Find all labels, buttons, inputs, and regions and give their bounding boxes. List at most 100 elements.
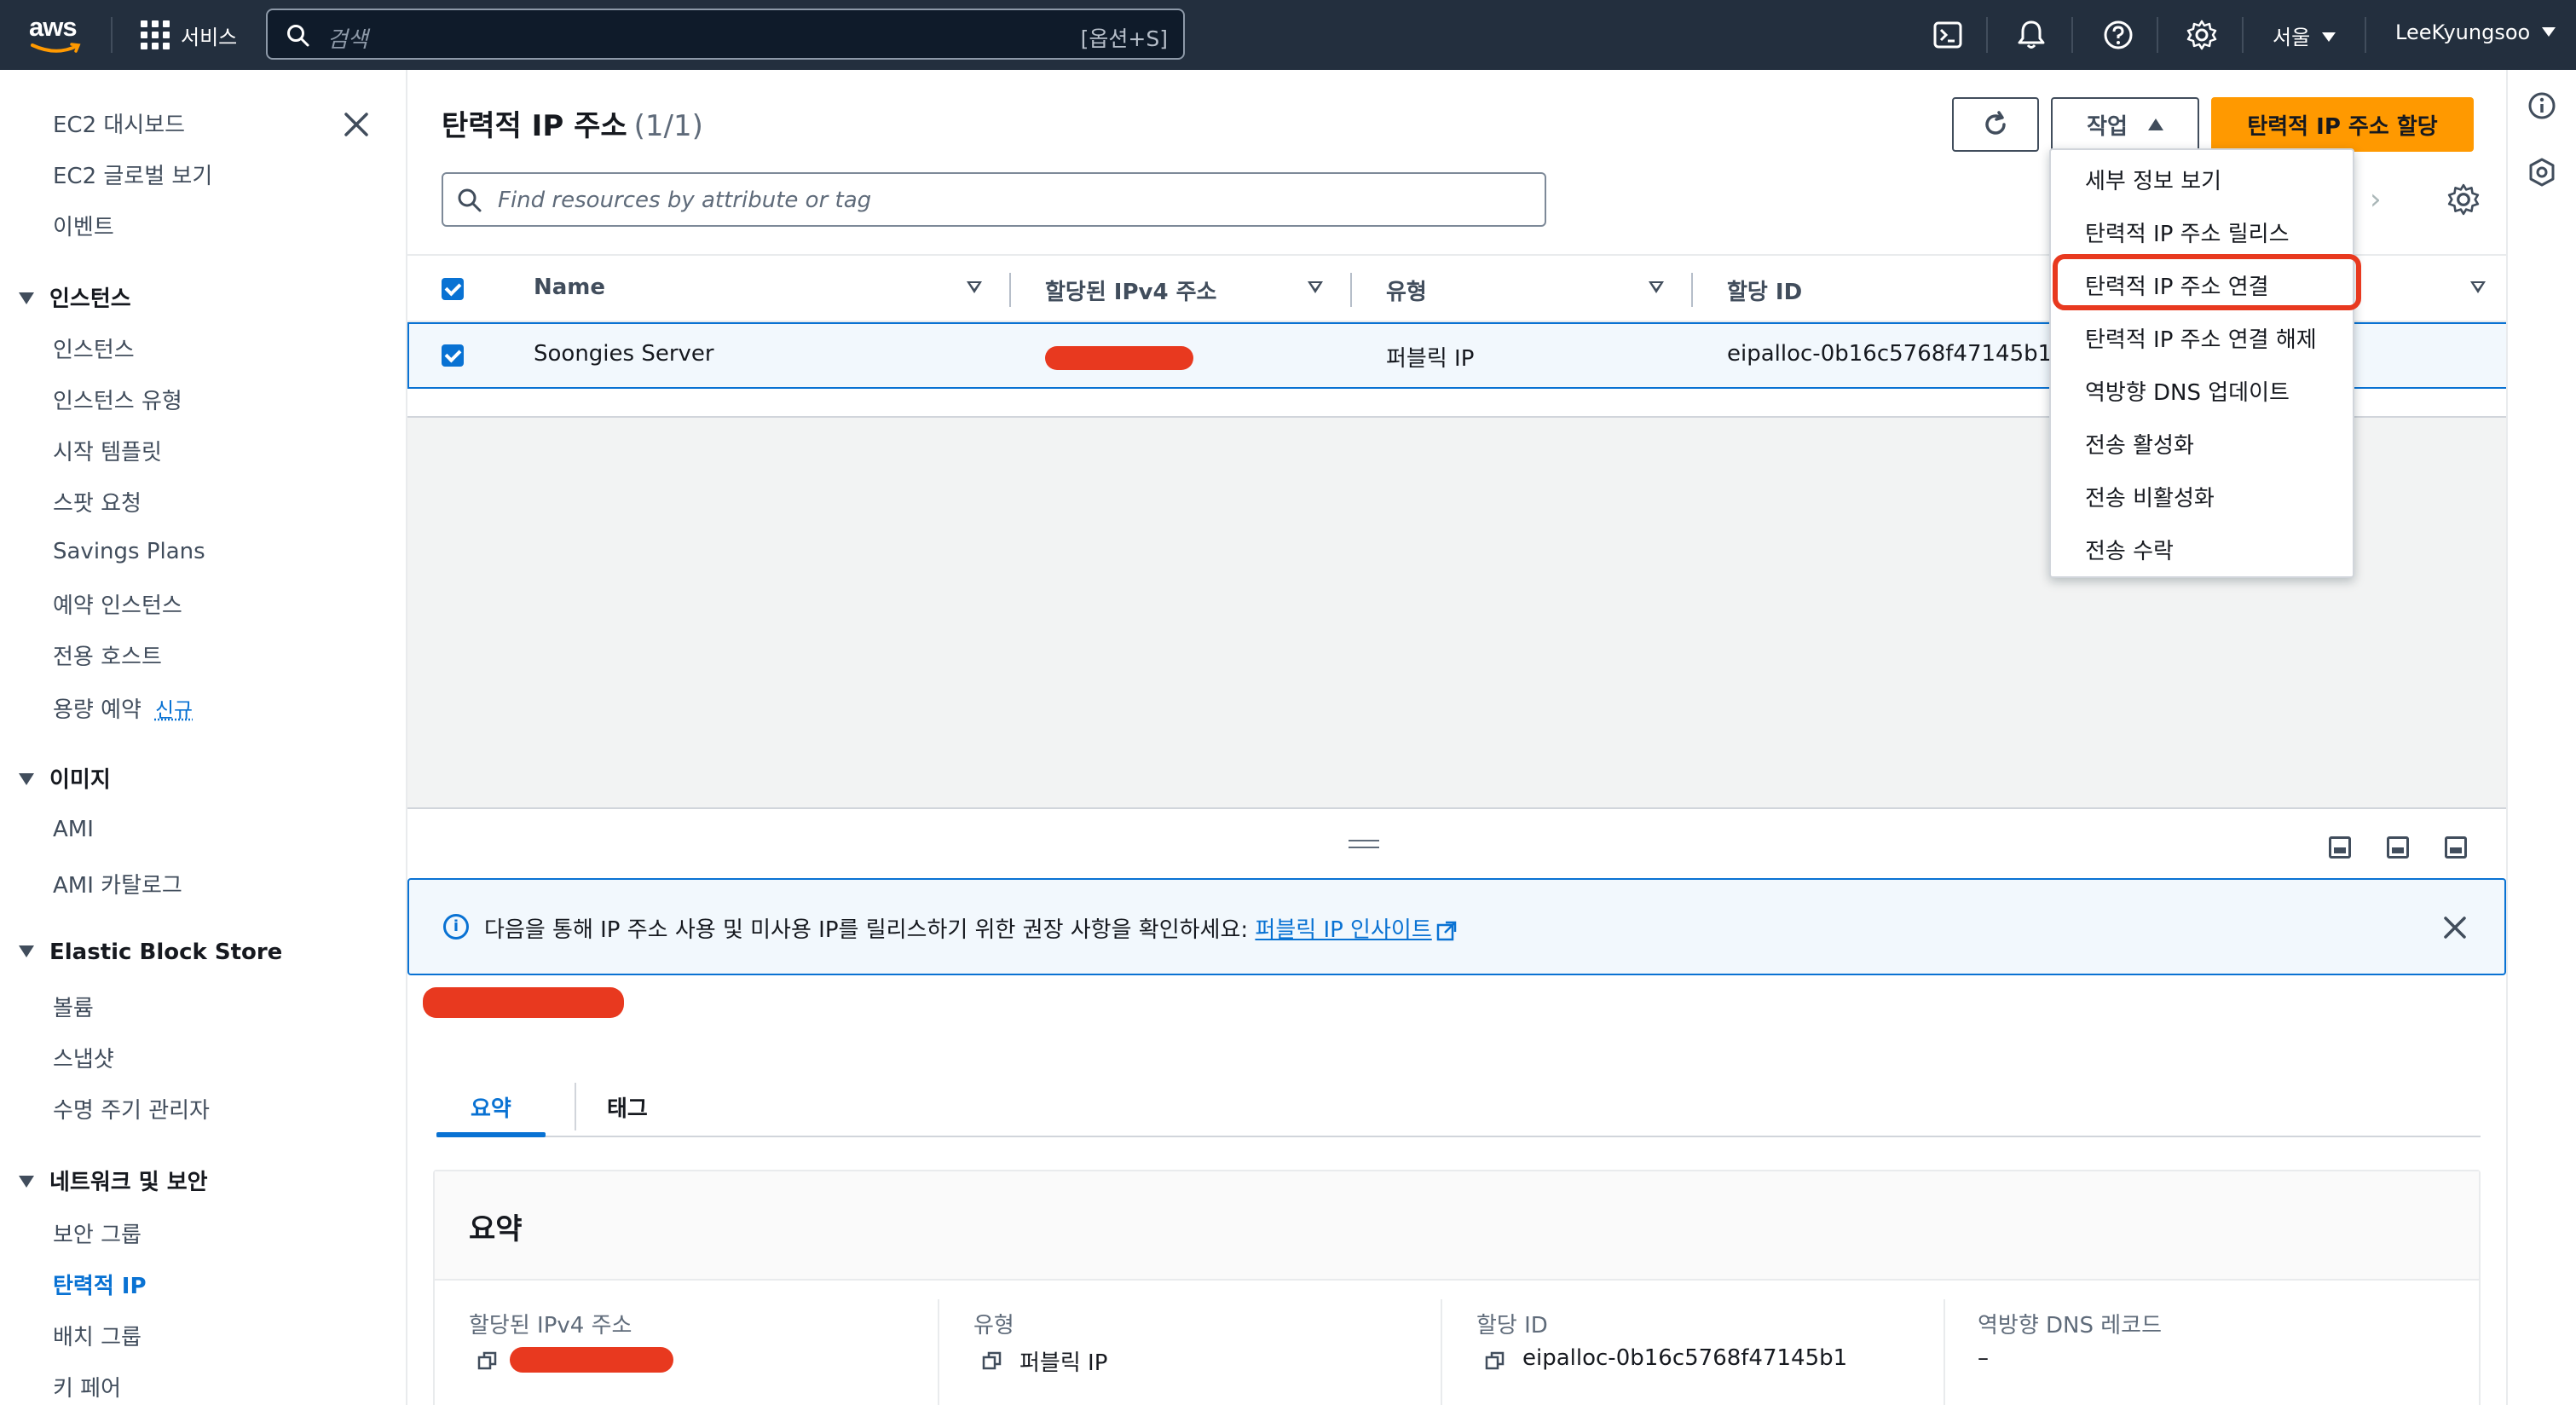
info-banner: i 다음을 통해 IP 주소 사용 및 미사용 IP를 릴리스하기 위한 권장 … bbox=[407, 878, 2506, 975]
sidebar-item-ec2-global-view[interactable]: EC2 글로벌 보기 bbox=[53, 159, 212, 190]
split-panel-divider[interactable] bbox=[407, 807, 2506, 876]
public-ip-insights-link[interactable]: 퍼블릭 IP 인사이트 bbox=[1255, 917, 1431, 943]
redacted-ipv4-address bbox=[1045, 346, 1193, 370]
caret-up-icon bbox=[2148, 119, 2163, 130]
next-page-icon[interactable]: › bbox=[2370, 182, 2382, 217]
services-menu[interactable]: 서비스 bbox=[181, 20, 237, 50]
split-full-icon[interactable] bbox=[2445, 836, 2467, 859]
sidebar-item-lifecycle-manager[interactable]: 수명 주기 관리자 bbox=[53, 1093, 210, 1125]
sidebar-item-dedicated-hosts[interactable]: 전용 호스트 bbox=[53, 639, 162, 671]
global-search-input[interactable]: 검색 [옵션+S] bbox=[266, 9, 1185, 60]
sidebar-item-ami-catalog[interactable]: AMI 카탈로그 bbox=[53, 868, 182, 899]
select-all-checkbox[interactable] bbox=[442, 278, 464, 300]
sidebar-item-reserved-instances[interactable]: 예약 인스턴스 bbox=[53, 588, 182, 620]
menu-item-release-elastic-ip[interactable]: 탄력적 IP 주소 릴리스 bbox=[2085, 217, 2290, 248]
section-title: Elastic Block Store bbox=[49, 940, 282, 965]
summary-card-header: 요약 bbox=[435, 1171, 2479, 1281]
feedback-icon[interactable] bbox=[2527, 157, 2557, 188]
sidebar-item-instances[interactable]: 인스턴스 bbox=[53, 332, 135, 364]
sort-caret-icon[interactable] bbox=[1308, 281, 1323, 293]
table-preferences-gear-icon[interactable] bbox=[2446, 182, 2481, 217]
account-menu[interactable]: LeeKyungsoo bbox=[2395, 20, 2556, 44]
menu-item-view-details[interactable]: 세부 정보 보기 bbox=[2085, 164, 2221, 195]
menu-item-accept-transfer[interactable]: 전송 수락 bbox=[2085, 534, 2174, 565]
new-badge: 신규 bbox=[155, 698, 193, 722]
nav-divider bbox=[2071, 17, 2073, 53]
chevron-down-icon bbox=[2322, 32, 2336, 42]
row-checkbox[interactable] bbox=[442, 344, 464, 367]
section-title: 이미지 bbox=[49, 767, 111, 793]
column-divider[interactable] bbox=[1691, 273, 1693, 307]
sidebar-item-snapshots[interactable]: 스냅샷 bbox=[53, 1042, 114, 1073]
menu-item-enable-transfer[interactable]: 전송 활성화 bbox=[2085, 428, 2194, 460]
sidebar-item-elastic-ips[interactable]: 탄력적 IP bbox=[53, 1269, 147, 1300]
sidebar-item-security-groups[interactable]: 보안 그룹 bbox=[53, 1217, 142, 1249]
close-sidebar-icon[interactable] bbox=[341, 109, 372, 140]
sidebar-section-ebs[interactable]: Elastic Block Store bbox=[19, 940, 282, 965]
split-bottom-icon[interactable] bbox=[2329, 836, 2351, 859]
actions-button[interactable]: 작업 bbox=[2051, 97, 2199, 152]
settings-gear-icon[interactable] bbox=[2186, 19, 2218, 51]
sort-caret-icon[interactable] bbox=[967, 281, 982, 293]
top-navigation: aws 서비스 검색 [옵션+S] 서울 LeeKyungsoo bbox=[0, 0, 2576, 70]
sort-caret-icon[interactable] bbox=[2470, 281, 2486, 293]
notifications-bell-icon[interactable] bbox=[2015, 19, 2048, 51]
resource-filter-input[interactable]: Find resources by attribute or tag bbox=[442, 172, 1546, 227]
sidebar-item-capacity-reservations[interactable]: 용량 예약 신규 bbox=[53, 692, 193, 724]
sidebar-item-ec2-dashboard[interactable]: EC2 대시보드 bbox=[53, 107, 185, 139]
external-link-icon[interactable] bbox=[1435, 920, 1458, 942]
field-divider bbox=[1944, 1299, 1945, 1405]
tab-summary[interactable]: 요약 bbox=[471, 1091, 511, 1123]
account-name: LeeKyungsoo bbox=[2395, 20, 2530, 44]
sidebar-item-key-pairs[interactable]: 키 페어 bbox=[53, 1371, 121, 1402]
column-header-type[interactable]: 유형 bbox=[1386, 275, 1427, 306]
copy-icon[interactable] bbox=[477, 1350, 498, 1371]
region-selector[interactable]: 서울 bbox=[2273, 20, 2336, 50]
sidebar-item-ami[interactable]: AMI bbox=[53, 817, 94, 842]
sidebar-item-volumes[interactable]: 볼륨 bbox=[53, 991, 94, 1022]
sidebar-item-instance-types[interactable]: 인스턴스 유형 bbox=[53, 384, 182, 415]
search-icon bbox=[457, 188, 482, 213]
column-header-name[interactable]: Name bbox=[534, 275, 605, 300]
sidebar-item-spot-requests[interactable]: 스팟 요청 bbox=[53, 486, 142, 517]
menu-item-update-reverse-dns[interactable]: 역방향 DNS 업데이트 bbox=[2085, 375, 2290, 407]
help-icon[interactable] bbox=[2102, 19, 2134, 51]
row-type: 퍼블릭 IP bbox=[1386, 341, 1474, 373]
redacted-detail-title bbox=[423, 987, 624, 1018]
split-side-icon[interactable] bbox=[2387, 836, 2409, 859]
menu-item-disassociate-elastic-ip[interactable]: 탄력적 IP 주소 연결 해제 bbox=[2085, 322, 2317, 354]
menu-item-disable-transfer[interactable]: 전송 비활성화 bbox=[2085, 481, 2215, 512]
allocate-elastic-ip-button[interactable]: 탄력적 IP 주소 할당 bbox=[2211, 97, 2474, 152]
aws-logo[interactable]: aws bbox=[29, 12, 84, 58]
copy-icon[interactable] bbox=[982, 1350, 1002, 1371]
column-divider[interactable] bbox=[1350, 273, 1352, 307]
column-header-allocation-id[interactable]: 할당 ID bbox=[1727, 275, 1802, 306]
section-title: 인스턴스 bbox=[49, 286, 131, 312]
field-label-allocation-id: 할당 ID bbox=[1476, 1308, 1548, 1339]
sidebar-section-instances[interactable]: 인스턴스 bbox=[19, 281, 131, 313]
services-grid-icon[interactable] bbox=[141, 20, 170, 49]
copy-icon[interactable] bbox=[1485, 1350, 1505, 1371]
nav-divider bbox=[111, 17, 113, 53]
cloudshell-icon[interactable] bbox=[1932, 19, 1964, 51]
field-label-type: 유형 bbox=[973, 1308, 1014, 1339]
refresh-button[interactable] bbox=[1952, 97, 2039, 152]
actions-label: 작업 bbox=[2087, 109, 2128, 141]
resize-handle-icon[interactable] bbox=[1349, 840, 1379, 848]
column-divider[interactable] bbox=[1009, 273, 1011, 307]
menu-item-associate-elastic-ip[interactable]: 탄력적 IP 주소 연결 bbox=[2085, 269, 2269, 301]
column-header-ipv4[interactable]: 할당된 IPv4 주소 bbox=[1045, 275, 1216, 306]
sidebar-section-network-security[interactable]: 네트워크 및 보안 bbox=[19, 1165, 208, 1196]
tab-tags[interactable]: 태그 bbox=[607, 1091, 648, 1123]
info-panel-icon[interactable] bbox=[2527, 90, 2557, 121]
sidebar-section-images[interactable]: 이미지 bbox=[19, 762, 111, 794]
sidebar-item-savings-plans[interactable]: Savings Plans bbox=[53, 539, 205, 564]
sidebar-item-events[interactable]: 이벤트 bbox=[53, 210, 114, 241]
tab-divider bbox=[575, 1083, 576, 1130]
search-placeholder: 검색 bbox=[327, 22, 368, 54]
detail-tabs: 요약 태그 bbox=[436, 1067, 2481, 1137]
close-banner-icon[interactable] bbox=[2440, 912, 2470, 943]
sidebar-item-placement-groups[interactable]: 배치 그룹 bbox=[53, 1320, 142, 1351]
sidebar-item-launch-templates[interactable]: 시작 템플릿 bbox=[53, 435, 162, 466]
sort-caret-icon[interactable] bbox=[1649, 281, 1664, 293]
